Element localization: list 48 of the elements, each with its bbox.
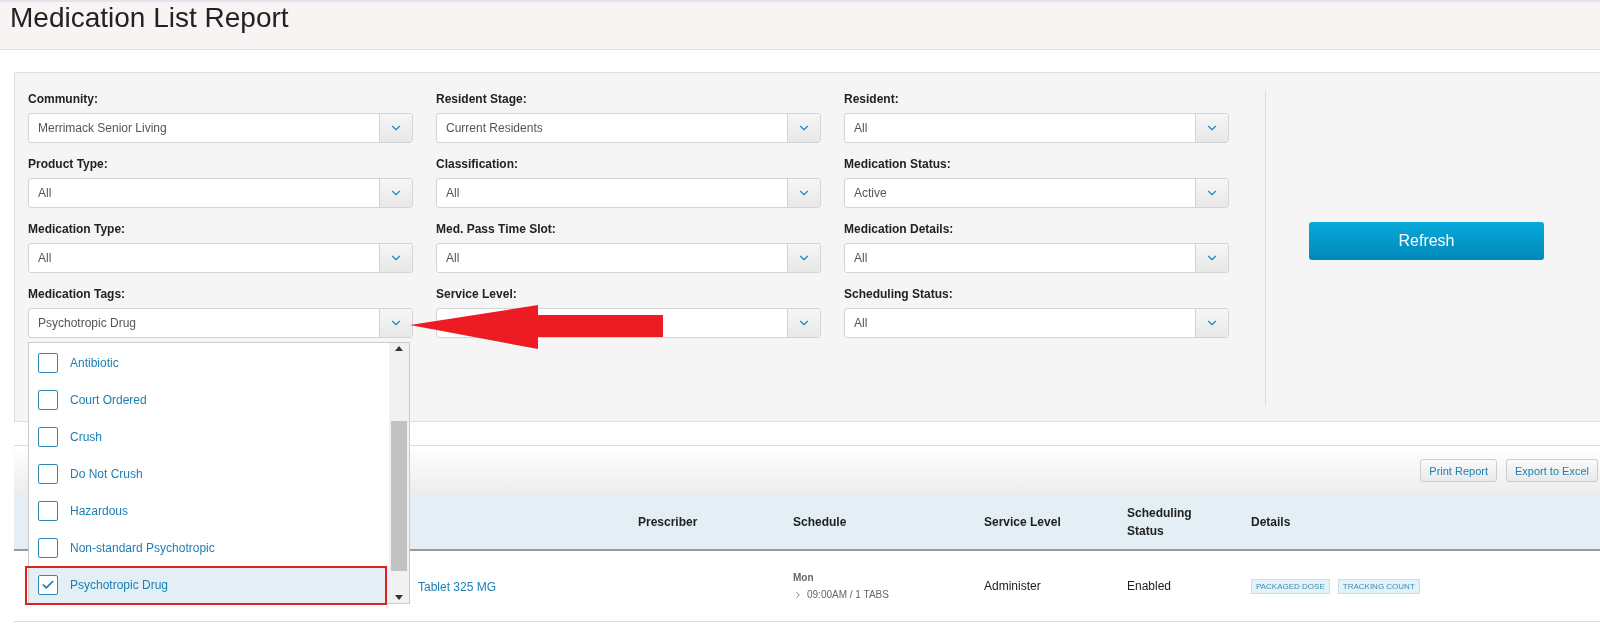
detail-tag: TRACKING COUNT	[1337, 578, 1420, 594]
checkbox[interactable]	[38, 390, 58, 411]
filter-select[interactable]: Merrimack Senior Living	[28, 113, 413, 143]
checkbox[interactable]	[38, 464, 58, 484]
schedule-day: Mon	[793, 572, 971, 583]
checkbox[interactable]	[38, 427, 58, 448]
filter-select[interactable]: All	[844, 113, 1229, 143]
filter-label: Medication Type:	[28, 221, 127, 237]
checkbox[interactable]	[38, 537, 58, 558]
filter-label: Classification:	[436, 156, 520, 172]
filter-select[interactable]: Active	[844, 178, 1229, 208]
detail-tag: PACKAGED DOSE	[1251, 578, 1330, 594]
filter-label: Medication Tags:	[28, 286, 127, 302]
filter-select[interactable]: All	[844, 308, 1229, 338]
filter-label: Community:	[28, 91, 99, 107]
table-cell-text: Enabled	[1126, 579, 1173, 593]
page-title: Medication List Report	[10, 2, 289, 34]
toolbar-button[interactable]: Print Report	[1420, 459, 1497, 482]
scrollbar[interactable]	[389, 343, 409, 603]
table-cell-text: Administer	[983, 579, 1042, 593]
medication-link[interactable]: Tablet 325 MG	[418, 580, 497, 594]
checkbox[interactable]	[38, 500, 58, 521]
column-header: Service Level	[983, 514, 1061, 531]
filter-label: Resident Stage:	[436, 91, 528, 107]
filter-label: Resident:	[844, 91, 900, 107]
column-header: Schedule	[792, 514, 848, 531]
checkbox[interactable]	[38, 353, 58, 374]
chevron-right-icon	[793, 589, 803, 600]
filter-select[interactable]: Current Residents	[436, 113, 821, 143]
schedule-time: 09:00AM / 1 TABS	[807, 589, 889, 600]
filter-label: Service Level:	[436, 286, 518, 302]
filter-label: Medication Status:	[844, 156, 952, 172]
filter-select[interactable]: All	[844, 243, 1229, 273]
filter-label: Product Type:	[28, 156, 109, 172]
filter-select[interactable]: Psychotropic Drug	[28, 308, 413, 338]
filter-label: Scheduling Status:	[844, 286, 954, 302]
filter-label: Med. Pass Time Slot:	[436, 221, 557, 237]
filter-select[interactable]: All	[436, 178, 821, 208]
column-header: Scheduling Status	[1126, 505, 1193, 540]
filter-select[interactable]: All	[28, 243, 413, 273]
column-header: Prescriber	[637, 514, 699, 531]
checkbox[interactable]	[38, 574, 58, 595]
dropdown-option[interactable]: Psychotropic Drug	[29, 566, 389, 603]
toolbar-button[interactable]: Export to Excel	[1506, 459, 1598, 482]
filter-select[interactable]: All	[436, 243, 821, 273]
filter-select[interactable]: All	[28, 178, 413, 208]
column-header: Details	[1250, 514, 1292, 531]
filter-label: Medication Details:	[844, 221, 955, 237]
